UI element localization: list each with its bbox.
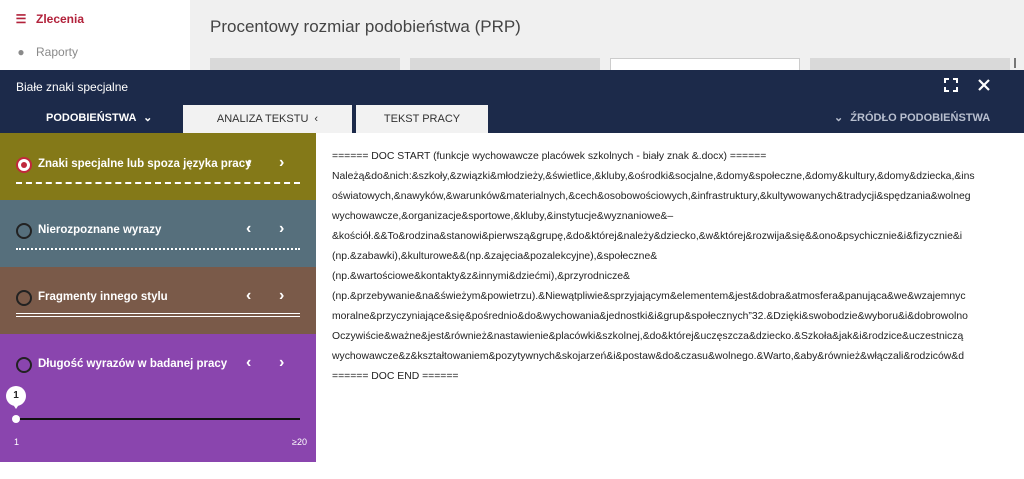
page-title: Procentowy rozmiar podobieństwa (PRP): [210, 17, 521, 36]
slider-value-bubble: 1: [6, 386, 26, 409]
document-line: moralne&przyczyniające&się&pośrednio&do&…: [332, 311, 968, 322]
radio-button[interactable]: [16, 223, 32, 239]
sidebar-item-raporty[interactable]: ● Raporty: [14, 45, 78, 59]
panel-label: Fragmenty innego stylu: [38, 291, 168, 303]
document-line: ====== DOC END ======: [332, 371, 459, 382]
chevron-left-icon[interactable]: ‹: [246, 354, 251, 372]
analysis-modal: Białe znaki specjalne PODOBIEŃSTWA ⌄ ANA…: [0, 70, 1024, 479]
fullscreen-icon: [944, 78, 958, 92]
radio-button[interactable]: [16, 357, 32, 373]
tab-similarities[interactable]: PODOBIEŃSTWA ⌄: [46, 111, 152, 124]
panel-other-style-fragments[interactable]: Fragmenty innego stylu ‹ ›: [0, 267, 316, 334]
indicator-line: [16, 313, 300, 317]
tab-label: ANALIZA TEKSTU: [216, 113, 309, 125]
chevron-right-icon[interactable]: ›: [279, 154, 284, 172]
document-line: wychowawcze&z&kształtowaniem&pozytywnych…: [332, 351, 964, 362]
list-icon: ☰: [15, 12, 27, 26]
indicator-line: [16, 182, 300, 184]
tab-text-analysis[interactable]: ANALIZA TEKSTU ‹: [183, 105, 352, 133]
scrollbar[interactable]: [1014, 58, 1018, 68]
radio-button[interactable]: [16, 157, 32, 173]
indicator-line: [16, 248, 300, 250]
chevron-left-icon[interactable]: ‹: [246, 154, 251, 172]
chevron-left-icon[interactable]: ‹: [246, 220, 251, 238]
chevron-down-icon: ⌄: [143, 112, 153, 124]
fullscreen-button[interactable]: [944, 78, 958, 97]
summary-card: [410, 58, 600, 70]
chevron-right-icon[interactable]: ›: [279, 220, 284, 238]
tab-label: TEKST PRACY: [383, 113, 461, 125]
document-line: Oczywiście&ważne&jest&również&nastawieni…: [332, 331, 964, 342]
slider-thumb[interactable]: [12, 415, 20, 423]
summary-card: [210, 58, 400, 70]
slider-max-label: ≥20: [292, 437, 307, 447]
chevron-right-icon[interactable]: ›: [279, 287, 284, 305]
sidebar-item-label: Raporty: [36, 45, 79, 59]
chevron-right-icon[interactable]: ›: [279, 354, 284, 372]
tab-similarity-source[interactable]: ⌄ ŹRÓDŁO PODOBIEŃSTWA: [834, 111, 990, 124]
panel-word-length[interactable]: Długość wyrazów w badanej pracy ‹ › 1 1 …: [0, 334, 316, 462]
sidebar-item-zlecenia[interactable]: ☰ Zlecenia: [14, 12, 84, 26]
info-icon: ●: [17, 45, 25, 59]
tab-label: PODOBIEŃSTWA: [46, 112, 137, 124]
document-line: oświatowych,&nawyków,&warunków&materialn…: [332, 191, 971, 202]
modal-title: Białe znaki specjalne: [16, 80, 129, 94]
sidebar: [0, 0, 190, 70]
chevron-left-icon: ‹: [314, 113, 319, 125]
document-line: ====== DOC START (funkcje wychowawcze pl…: [332, 151, 767, 162]
panel-label: Długość wyrazów w badanej pracy: [38, 358, 228, 370]
document-line: &kościół.&&To&rodzina&stanowi&pierwszą&g…: [332, 231, 963, 242]
tab-work-text[interactable]: TEKST PRACY: [356, 105, 488, 133]
document-line: wychowawcze,&organizacje&sportowe,&kluby…: [332, 211, 674, 222]
summary-card: [810, 58, 1010, 70]
word-length-slider-track[interactable]: [16, 418, 300, 420]
sidebar-item-label: Zlecenia: [36, 12, 85, 26]
panel-label: Znaki specjalne lub spoza języka pracy: [38, 158, 252, 170]
radio-button[interactable]: [16, 290, 32, 306]
tab-label: ŹRÓDŁO PODOBIEŃSTWA: [850, 112, 991, 124]
document-text: ====== DOC START (funkcje wychowawcze pl…: [316, 133, 1024, 479]
summary-card: [610, 58, 800, 70]
panel-label: Nierozpoznane wyrazy: [38, 224, 162, 236]
chevron-down-icon: ⌄: [834, 112, 844, 124]
document-line: Należą&do&nich:&szkoły,&związki&młodzież…: [332, 171, 975, 182]
document-line: (np.&wartościowe&kontakty&z&innymi&dzieć…: [332, 271, 630, 282]
panel-special-chars[interactable]: Znaki specjalne lub spoza języka pracy ‹…: [0, 133, 316, 200]
close-icon: [978, 79, 990, 91]
document-line: (np.&przebywanie&na&świeżym&powietrzu).&…: [332, 291, 966, 302]
slider-min-label: 1: [14, 437, 20, 447]
panel-unrecognized-words[interactable]: Nierozpoznane wyrazy ‹ ›: [0, 200, 316, 267]
document-line: (np.&zabawki),&kulturowe&&(np.&zajęcia&p…: [332, 251, 658, 262]
close-button[interactable]: [977, 78, 991, 97]
modal-header: Białe znaki specjalne PODOBIEŃSTWA ⌄ ANA…: [0, 70, 1024, 133]
chevron-left-icon[interactable]: ‹: [246, 287, 251, 305]
